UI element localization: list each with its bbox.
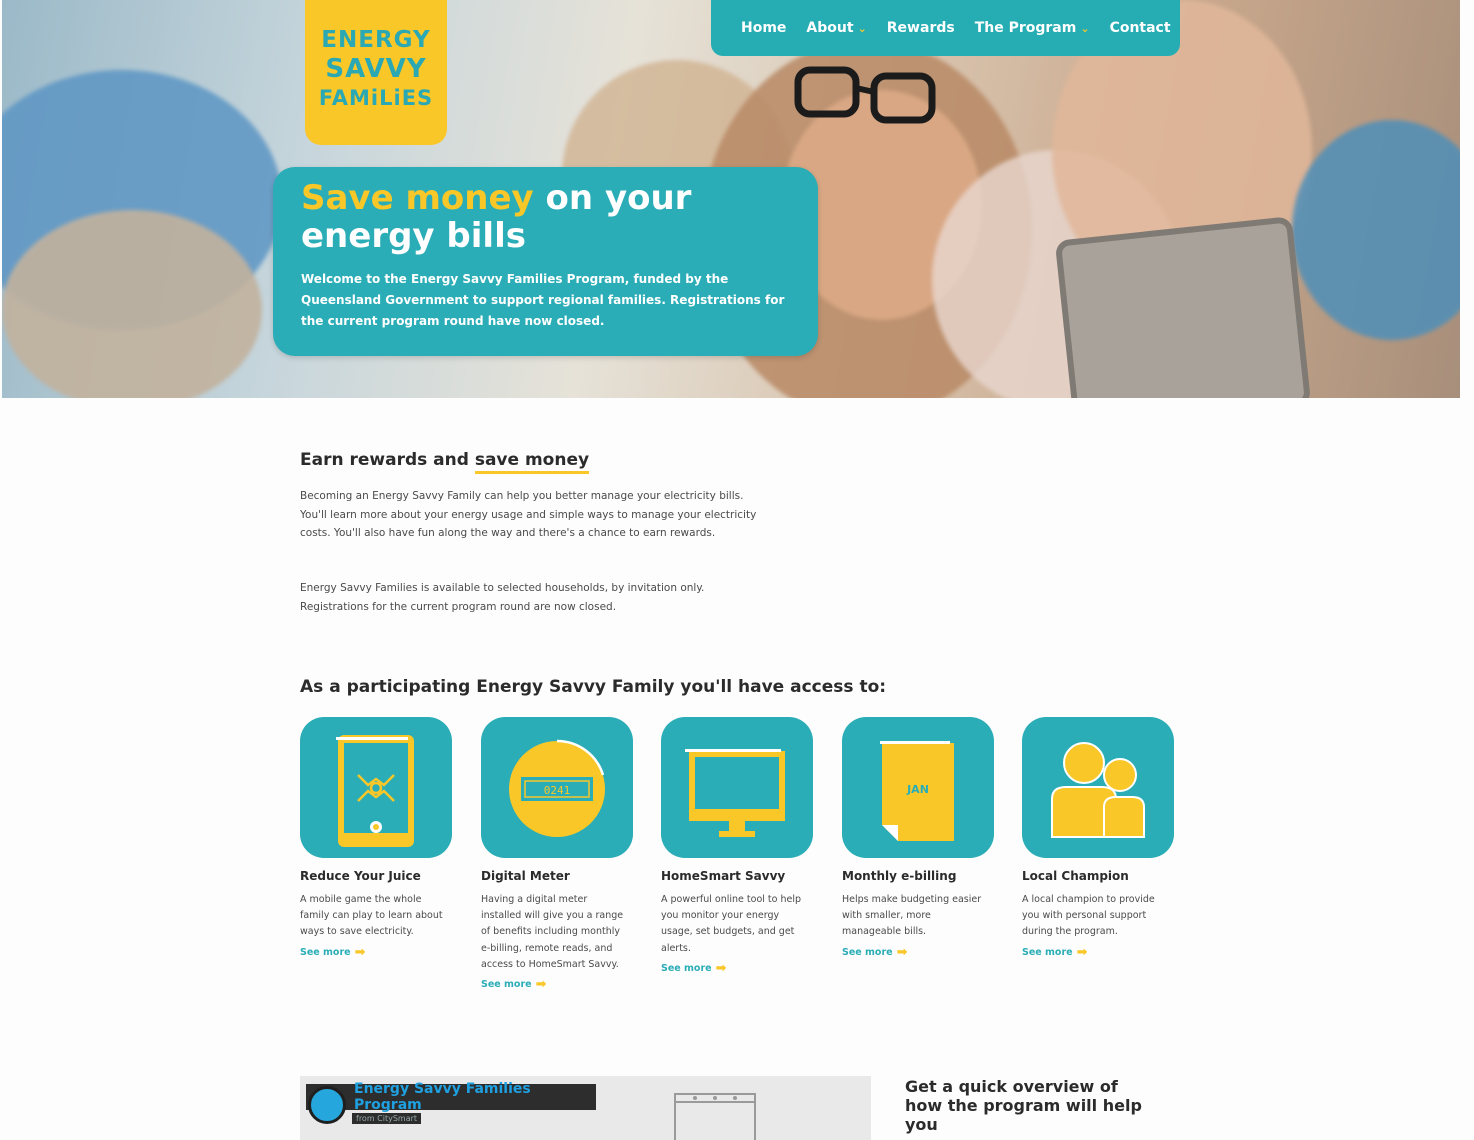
see-more-link[interactable]: See more ➡ [300, 945, 452, 960]
rewards-paragraph-1: Becoming an Energy Savvy Family can help… [300, 490, 757, 539]
nav-program-label: The Program [974, 20, 1077, 36]
monitor-icon[interactable] [661, 717, 813, 858]
see-more-label: See more [842, 946, 893, 958]
feature-desc: Having a digital meter installed will gi… [481, 894, 624, 970]
see-more-label: See more [661, 962, 712, 974]
feature-name: Digital Meter [481, 869, 570, 883]
hero-photo-glasses [794, 66, 936, 124]
arrow-right-icon: ➡ [535, 977, 547, 993]
see-more-link[interactable]: See more ➡ [842, 945, 994, 960]
feature-desc: Helps make budgeting easier with smaller… [842, 894, 982, 938]
logo-line-3: FAMiLiES [318, 86, 434, 110]
nav-about[interactable]: About ⌄ [806, 20, 866, 36]
feature-name: Local Champion [1022, 869, 1129, 883]
feature-monthly-e-billing: JAN Monthly e-billing Helps make budgeti… [842, 717, 994, 960]
access-heading: As a participating Energy Savvy Family y… [300, 677, 887, 697]
nav-contact[interactable]: Contact [1110, 20, 1171, 36]
feature-local-champion: Local Champion A local champion to provi… [1022, 717, 1174, 960]
nav-contact-label: Contact [1109, 20, 1171, 36]
rewards-paragraph-2: Energy Savvy Families is available to se… [300, 582, 705, 613]
see-more-label: See more [481, 979, 532, 991]
nav-rewards-label: Rewards [886, 20, 955, 36]
rewards-heading-plain: Earn rewards and [300, 450, 475, 470]
feature-digital-meter: 0241 Digital Meter Having a digital mete… [481, 717, 633, 992]
hero-headline: Save money on your energy bills [301, 179, 790, 255]
nav-the-program[interactable]: The Program ⌄ [975, 20, 1090, 36]
video-channel: from CitySmart [352, 1113, 422, 1124]
arrow-right-icon: ➡ [354, 944, 366, 960]
hero-headline-highlight: Save money [301, 178, 534, 218]
nav-home[interactable]: Home [741, 20, 786, 36]
channel-avatar-icon [308, 1086, 346, 1124]
hero-photo-tablet [1054, 216, 1312, 398]
main-nav: Home About ⌄ Rewards The Program ⌄ Contact [711, 0, 1180, 56]
calendar-month-label: JAN [906, 783, 929, 796]
see-more-label: See more [1022, 946, 1073, 958]
video-embed[interactable]: Energy Savvy Families Program from CityS… [300, 1076, 871, 1140]
logo-line-1: ENERGY [321, 27, 431, 53]
hero-photo-cushion-right [1292, 120, 1460, 340]
arrow-right-icon: ➡ [715, 960, 727, 976]
hero-photo-sofa [2, 210, 262, 398]
stove-illustration-icon [674, 1093, 756, 1140]
video-title: Energy Savvy Families Program [354, 1081, 531, 1113]
feature-name: Monthly e-billing [842, 869, 957, 883]
rewards-heading-underlined: save money [474, 450, 590, 474]
people-icon[interactable] [1022, 717, 1174, 858]
hero-card: Save money on your energy bills Welcome … [273, 167, 818, 356]
see-more-link[interactable]: See more ➡ [1022, 945, 1174, 960]
logo-line-2: SAVVY [325, 54, 427, 84]
nav-rewards[interactable]: Rewards [887, 20, 955, 36]
feature-desc: A local champion to provide you with per… [1022, 894, 1155, 938]
see-more-label: See more [300, 946, 351, 958]
feature-desc: A mobile game the whole family can play … [300, 894, 443, 938]
see-more-link[interactable]: See more ➡ [481, 977, 633, 992]
rewards-heading: Earn rewards and save money [300, 450, 590, 474]
chevron-down-icon: ⌄ [857, 21, 867, 35]
feature-desc: A powerful online tool to help you monit… [661, 894, 802, 954]
feature-homesmart-savvy: HomeSmart Savvy A powerful online tool t… [661, 717, 813, 976]
arrow-right-icon: ➡ [896, 944, 908, 960]
nav-about-label: About [806, 20, 854, 36]
site-logo[interactable]: ENERGY SAVVY FAMiLiES [305, 0, 447, 145]
chevron-down-icon: ⌄ [1080, 21, 1090, 35]
svg-text:0241: 0241 [544, 784, 571, 797]
nav-home-label: Home [741, 20, 787, 36]
calendar-bill-icon[interactable]: JAN [842, 717, 994, 858]
hero-intro: Welcome to the Energy Savvy Families Pro… [301, 272, 785, 328]
digital-meter-icon[interactable]: 0241 [481, 717, 633, 858]
feature-list: Reduce Your Juice A mobile game the whol… [300, 717, 1180, 1017]
video-title-bar: Energy Savvy Families Program [306, 1081, 596, 1113]
feature-name: HomeSmart Savvy [661, 869, 786, 883]
feature-reduce-your-juice: Reduce Your Juice A mobile game the whol… [300, 717, 452, 960]
video-overview-heading: Get a quick overview of how the program … [905, 1077, 1142, 1134]
see-more-link[interactable]: See more ➡ [661, 961, 813, 976]
arrow-right-icon: ➡ [1076, 944, 1088, 960]
feature-name: Reduce Your Juice [300, 869, 421, 883]
mobile-game-icon[interactable] [300, 717, 452, 858]
